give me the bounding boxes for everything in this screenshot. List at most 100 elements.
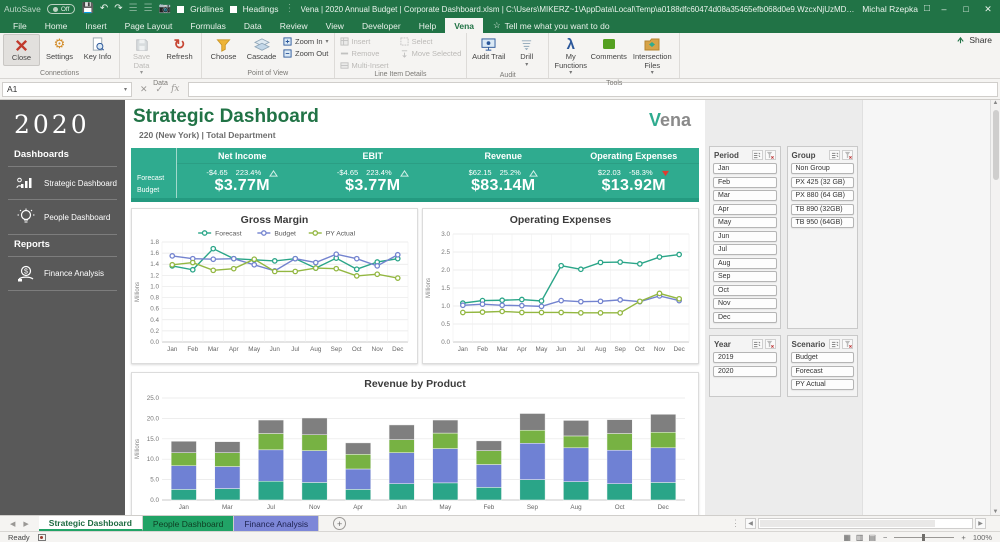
slicer-option[interactable]: Feb <box>713 176 777 188</box>
sheet-tab-finance-analysis[interactable]: Finance Analysis <box>234 516 320 531</box>
remove-button[interactable]: Remove <box>338 48 391 58</box>
page-break-view-icon[interactable]: ▤ <box>868 533 876 542</box>
sidebar-item-finance-analysis[interactable]: $ Finance Analysis <box>0 257 125 290</box>
ribbon-tab[interactable]: Home <box>36 18 77 33</box>
gridlines-checkbox[interactable] <box>177 5 185 13</box>
clear-filter-icon[interactable] <box>842 339 853 349</box>
refresh-button[interactable]: ↻ Refresh <box>161 34 198 64</box>
slicer-option[interactable]: 2020 <box>713 365 777 377</box>
slicer-option[interactable]: Jul <box>713 244 777 255</box>
clear-filter-icon[interactable] <box>764 339 776 349</box>
slicer-option[interactable]: Mar <box>713 190 777 201</box>
zoom-out-icon[interactable]: − <box>883 533 887 542</box>
zoom-in-icon[interactable]: + <box>961 533 965 542</box>
maximize-button[interactable]: □ <box>958 4 974 14</box>
audit-trail-button[interactable]: Audit Trail <box>470 34 507 64</box>
ribbon-tab[interactable]: Insert <box>76 18 115 33</box>
ribbon-tab[interactable]: Vena <box>445 18 484 33</box>
ribbon-tab[interactable]: Data <box>235 18 271 33</box>
camera-icon[interactable]: 📷 <box>159 4 171 14</box>
zoom-in-button[interactable]: Zoom In ▾ <box>281 36 331 46</box>
ribbon-tab[interactable]: Formulas <box>181 18 234 33</box>
scroll-left-icon[interactable]: ◀ <box>745 518 756 529</box>
slicer-option[interactable]: Nov <box>713 298 777 309</box>
slicer-option[interactable]: Sep <box>713 271 777 282</box>
choose-button[interactable]: Choose <box>205 34 242 64</box>
my-functions-button[interactable]: λ My Functions ▾ <box>552 34 589 79</box>
vertical-scrollbar[interactable]: ▲ ▼ <box>990 100 1000 515</box>
scroll-right-icon[interactable]: ▶ <box>975 518 986 529</box>
sheet-tab-people-dashboard[interactable]: People Dashboard <box>142 516 235 531</box>
share-button[interactable]: Share <box>956 35 992 45</box>
quick-access-icon[interactable]: ☰ <box>144 4 153 14</box>
save-icon[interactable]: 💾 <box>81 4 93 14</box>
slicer-option[interactable]: PY Actual <box>790 379 854 390</box>
multi-select-icon[interactable] <box>829 150 840 160</box>
sheet-tab-strategic-dashboard[interactable]: Strategic Dashboard <box>38 516 143 531</box>
sidebar-item-people-dashboard[interactable]: People Dashboard <box>0 200 125 234</box>
slicer-option[interactable]: TB 890 (32GB) <box>790 203 854 215</box>
slicer-option[interactable]: 2019 <box>713 352 777 363</box>
multi-select-icon[interactable] <box>751 150 763 160</box>
ribbon-tab[interactable]: Review <box>271 18 317 33</box>
minimize-button[interactable]: – <box>936 4 952 14</box>
scrollbar-thumb[interactable] <box>992 110 999 180</box>
slicer-option[interactable]: PX 880 (64 GB) <box>790 190 854 201</box>
slicer-option[interactable]: Non Group <box>790 163 854 174</box>
new-sheet-button[interactable]: + <box>333 517 347 530</box>
slicer-option[interactable]: Apr <box>713 203 777 215</box>
slicer-option[interactable]: Oct <box>713 284 777 296</box>
normal-view-icon[interactable]: ▦ <box>843 533 851 542</box>
intersection-files-button[interactable]: Intersection Files ▾ <box>628 34 676 79</box>
ribbon-tab[interactable]: View <box>317 18 353 33</box>
multi-insert-button[interactable]: Multi-Insert <box>338 60 391 70</box>
slicer-option[interactable]: Jan <box>713 163 777 174</box>
slicer-option[interactable]: TB 950 (64GB) <box>790 217 854 228</box>
undo-icon[interactable]: ↶ <box>100 4 108 14</box>
sheet-nav-right-icon[interactable]: ▶ <box>23 520 28 528</box>
cascade-button[interactable]: Cascade <box>243 34 280 64</box>
drill-button[interactable]: Drill ▾ <box>508 34 545 71</box>
slicer-option[interactable]: Jun <box>713 230 777 242</box>
comments-button[interactable]: Comments <box>590 34 627 64</box>
close-window-button[interactable]: ✕ <box>980 4 996 15</box>
slicer-option[interactable]: Budget <box>790 352 854 363</box>
headings-checkbox[interactable] <box>229 5 237 13</box>
name-box[interactable]: A1 ▾ <box>2 81 132 97</box>
key-info-button[interactable]: Key Info <box>79 34 116 64</box>
slicer-option[interactable]: May <box>713 217 777 228</box>
macro-record-icon[interactable] <box>37 533 46 541</box>
scroll-up-icon[interactable]: ▲ <box>993 100 999 106</box>
page-layout-view-icon[interactable]: ▥ <box>856 533 864 542</box>
move-selected-button[interactable]: Move Selected <box>398 48 464 58</box>
scrollbar-splitter[interactable]: ⋮ <box>728 518 743 529</box>
tell-me-box[interactable]: ☆ Tell me what you want to do <box>483 18 620 33</box>
autosave-toggle[interactable]: Off <box>46 4 76 14</box>
ribbon-tab[interactable]: File <box>4 18 36 33</box>
redo-icon[interactable]: ↷ <box>114 4 122 14</box>
slicer-option[interactable]: Dec <box>713 311 777 323</box>
close-button[interactable]: Close <box>3 34 40 66</box>
slicer-option[interactable]: Aug <box>713 257 777 269</box>
settings-button[interactable]: ⚙ Settings <box>41 34 78 64</box>
toolbar-overflow-icon[interactable]: ⋮ <box>285 4 295 14</box>
user-name[interactable]: Michal Rzepka <box>862 4 918 14</box>
insert-button[interactable]: Insert <box>338 36 391 46</box>
slicer-option[interactable]: PX 425 (32 GB) <box>790 176 854 188</box>
save-data-button[interactable]: Save Data ▾ <box>123 34 160 79</box>
ribbon-tab[interactable]: Developer <box>353 18 410 33</box>
user-avatar[interactable]: □ <box>924 4 930 14</box>
multi-select-icon[interactable] <box>829 339 840 349</box>
horizontal-scrollbar[interactable] <box>758 518 973 529</box>
ribbon-tab[interactable]: Help <box>410 18 445 33</box>
zoom-slider-thumb[interactable] <box>922 533 926 541</box>
sidebar-item-strategic-dashboard[interactable]: Strategic Dashboard <box>0 167 125 199</box>
slicer-option[interactable]: Forecast <box>790 365 854 377</box>
scrollbar-thumb[interactable] <box>760 520 935 527</box>
sheet-nav-left-icon[interactable]: ◀ <box>10 520 15 528</box>
zoom-out-button[interactable]: Zoom Out <box>281 48 331 58</box>
clear-filter-icon[interactable] <box>764 150 776 160</box>
ribbon-tab[interactable]: Page Layout <box>116 18 182 33</box>
select-button[interactable]: Select <box>398 36 464 46</box>
multi-select-icon[interactable] <box>751 339 763 349</box>
